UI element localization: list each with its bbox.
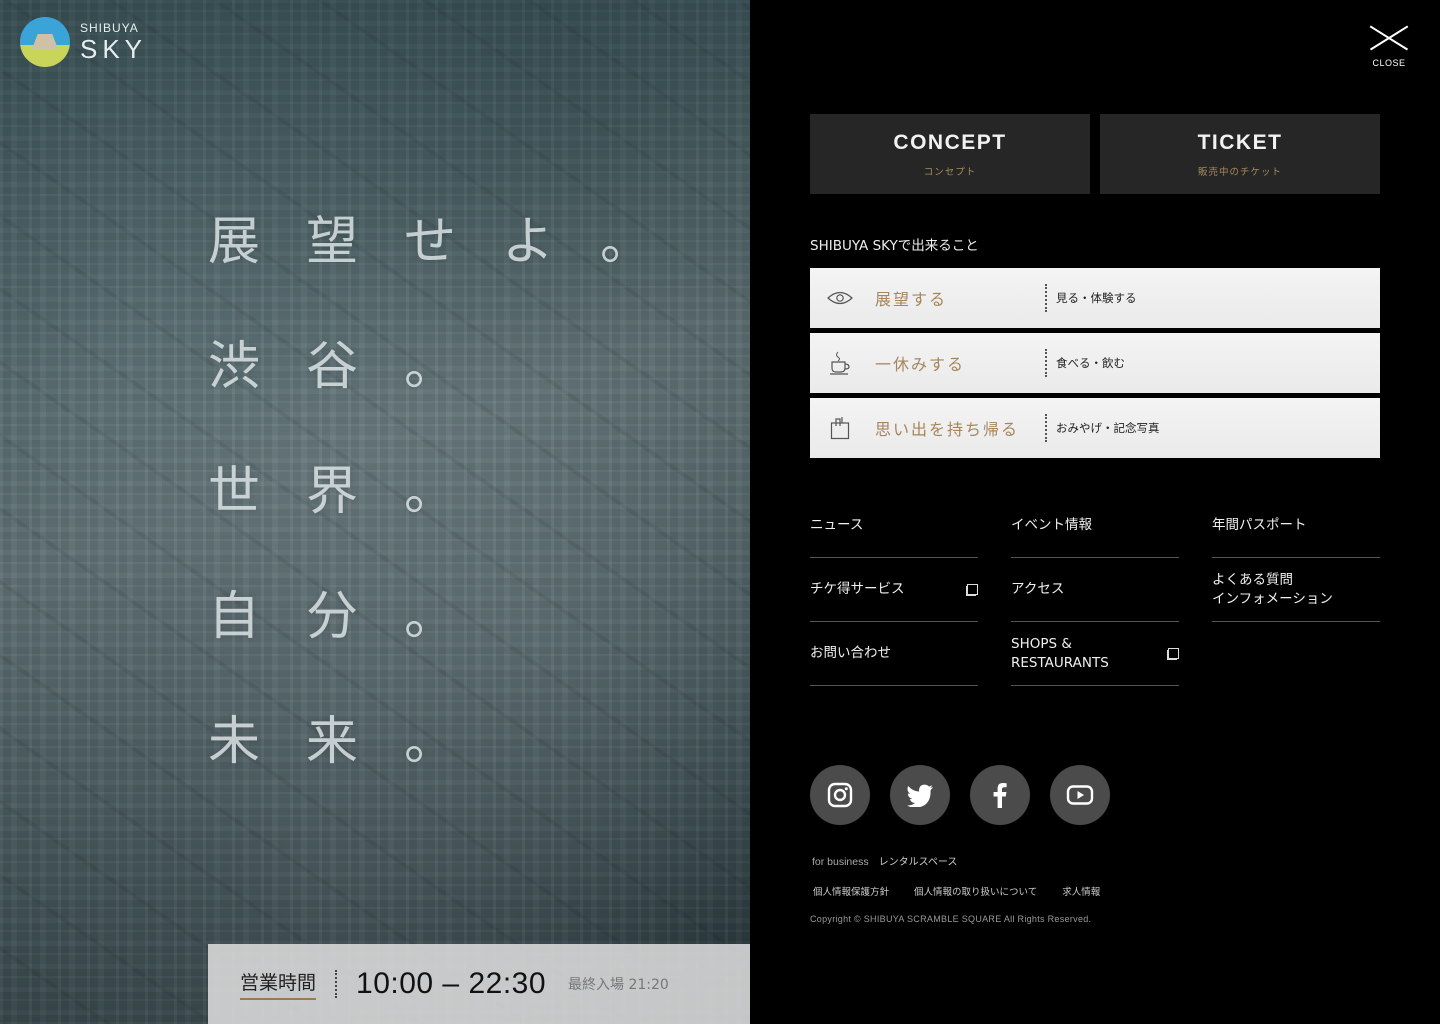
link-label: SHOPS & RESTAURANTS: [1011, 636, 1109, 671]
poem-line: 渋谷。: [208, 337, 503, 397]
hours-divider: [335, 970, 338, 998]
logo-big-text: SKY: [80, 34, 148, 64]
ticket-button-subtitle: 販売中のチケット: [1197, 166, 1282, 178]
hours-label: 営業時間: [240, 968, 317, 1000]
facebook-button[interactable]: [970, 765, 1030, 825]
feature-divider: [1045, 349, 1047, 377]
news-link[interactable]: ニュース: [810, 494, 978, 558]
feature-divider: [1045, 284, 1047, 312]
faq-info-link[interactable]: よくある質問 インフォメーション: [1212, 558, 1380, 622]
instagram-icon: [827, 782, 853, 808]
feature-sublabel: 見る・体験する: [1056, 291, 1137, 305]
hero-section: SHIBUYA SKY 展望せよ。 渋谷。 世界。 自分。 未来。 営業時間 1…: [0, 0, 750, 1024]
logo-text: SHIBUYA SKY: [80, 22, 147, 62]
link-label: チケ得サービス: [810, 581, 905, 598]
events-link[interactable]: イベント情報: [1011, 494, 1179, 558]
close-label: CLOSE: [1372, 58, 1406, 68]
link-label: ニュース: [810, 517, 864, 534]
close-icon: [1368, 24, 1410, 52]
youtube-button[interactable]: [1050, 765, 1110, 825]
poem-line: 自分。: [208, 587, 503, 647]
logo-small-text: SHIBUYA: [80, 21, 139, 35]
shopping-bag-icon: [810, 416, 870, 440]
poem-line: 展望せよ。: [208, 212, 699, 272]
twitter-icon: [907, 784, 933, 807]
ticket-button-title: TICKET: [1197, 130, 1283, 154]
ticket-button[interactable]: TICKET 販売中のチケット: [1100, 114, 1380, 194]
links-column-3: 年間パスポート よくある質問 インフォメーション: [1212, 494, 1380, 686]
access-link[interactable]: アクセス: [1011, 558, 1179, 622]
secondary-links: ニュース チケ得サービス お問い合わせ イベント情報 アクセス SHOPS & …: [810, 494, 1380, 686]
for-business-label: for business: [812, 856, 869, 868]
annual-pass-link[interactable]: 年間パスポート: [1212, 494, 1380, 558]
close-menu-button[interactable]: CLOSE: [1368, 24, 1410, 68]
feature-label: 思い出を持ち帰る: [875, 420, 1020, 439]
rental-space-link[interactable]: レンタルスペース: [879, 853, 958, 868]
primary-nav-buttons: CONCEPT コンセプト TICKET 販売中のチケット: [810, 114, 1380, 194]
link-label: 年間パスポート: [1212, 517, 1307, 534]
facebook-icon: [993, 783, 1007, 808]
external-link-icon: [1167, 647, 1179, 660]
copyright-text: Copyright © SHIBUYA SCRAMBLE SQUARE All …: [810, 914, 1092, 924]
feature-item-souvenir[interactable]: 思い出を持ち帰る おみやげ・記念写真: [810, 398, 1380, 458]
last-entry-time: 最終入場 21:20: [568, 977, 669, 993]
links-column-2: イベント情報 アクセス SHOPS & RESTAURANTS: [1011, 494, 1179, 686]
twitter-button[interactable]: [890, 765, 950, 825]
poem-line: 世界。: [208, 462, 503, 522]
link-label: お問い合わせ: [810, 645, 891, 662]
ticket-deals-link[interactable]: チケ得サービス: [810, 558, 978, 622]
global-menu-panel: CLOSE CONCEPT コンセプト TICKET 販売中のチケット SHIB…: [750, 0, 1440, 1024]
feature-item-view[interactable]: 展望する 見る・体験する: [810, 268, 1380, 328]
privacy-policy-link[interactable]: 個人情報保護方針: [813, 884, 889, 898]
concept-button-title: CONCEPT: [893, 130, 1007, 154]
feature-label: 一休みする: [875, 355, 966, 374]
eye-icon: [810, 290, 870, 306]
recruit-link[interactable]: 求人情報: [1062, 884, 1100, 898]
feature-item-rest[interactable]: 一休みする 食べる・飲む: [810, 333, 1380, 393]
link-label: アクセス: [1011, 581, 1065, 598]
instagram-button[interactable]: [810, 765, 870, 825]
footer-business-row: for business レンタルスペース: [812, 853, 957, 868]
links-column-1: ニュース チケ得サービス お問い合わせ: [810, 494, 978, 686]
logo-mark-icon: [20, 17, 70, 67]
external-link-icon: [966, 583, 978, 596]
social-links: [810, 765, 1110, 825]
opening-hours-bar: 営業時間 10:00 – 22:30 最終入場 21:20: [208, 944, 750, 1024]
hero-poem: 展望せよ。 渋谷。 世界。 自分。 未来。: [208, 212, 698, 837]
concept-button-subtitle: コンセプト: [923, 166, 977, 178]
feature-list: 展望する 見る・体験する 一休みする 食べる・飲む 思い出を持ち帰る おみやげ・…: [810, 268, 1380, 463]
youtube-icon: [1066, 785, 1094, 805]
site-logo[interactable]: SHIBUYA SKY: [20, 17, 147, 67]
contact-link[interactable]: お問い合わせ: [810, 622, 978, 686]
footer-legal-row: 個人情報保護方針 個人情報の取り扱いについて 求人情報: [813, 884, 1100, 898]
shops-restaurants-link[interactable]: SHOPS & RESTAURANTS: [1011, 622, 1179, 686]
poem-line: 未来。: [208, 712, 503, 772]
can-do-heading: SHIBUYA SKYで出来ること: [810, 238, 979, 254]
concept-button[interactable]: CONCEPT コンセプト: [810, 114, 1090, 194]
privacy-handling-link[interactable]: 個人情報の取り扱いについて: [914, 884, 1037, 898]
link-label: イベント情報: [1011, 517, 1092, 534]
coffee-cup-icon: [810, 351, 870, 375]
feature-divider: [1045, 414, 1047, 442]
hours-time: 10:00 – 22:30: [356, 967, 547, 1000]
feature-label: 展望する: [875, 290, 948, 309]
link-label: よくある質問 インフォメーション: [1212, 572, 1333, 607]
feature-sublabel: 食べる・飲む: [1056, 356, 1125, 370]
feature-sublabel: おみやげ・記念写真: [1056, 421, 1160, 435]
